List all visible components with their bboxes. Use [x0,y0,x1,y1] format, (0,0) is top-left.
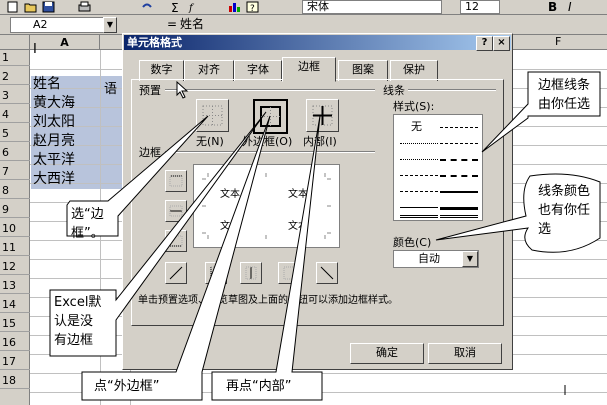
callout-select-border-text: 选“边 框”。 [71,207,104,241]
callout-default-no-border-text: Excel默 认是没 有边框 [54,295,102,348]
callout-click-outer [81,115,271,401]
callout-line-choice-text: 边框线条 由你任选 [538,78,591,112]
callout-click-inner-text: 再点“内部” [226,379,292,394]
callout-line-color-text: 线条颜色 也有你任选 [538,184,591,237]
callout-click-outer-text: 点“外边框” [94,379,160,394]
